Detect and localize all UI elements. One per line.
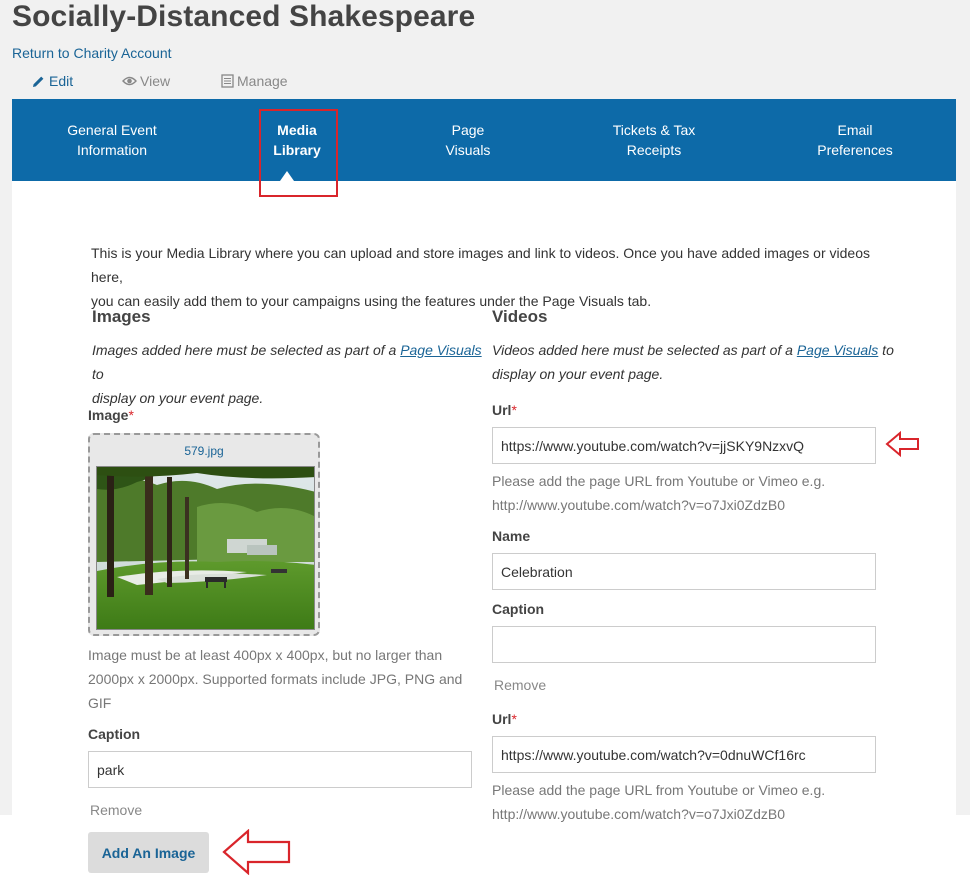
edit-tab-label: Edit xyxy=(49,73,74,89)
videos-note: Videos added here must be selected as pa… xyxy=(492,338,912,386)
note-text: display on your event page. xyxy=(92,390,264,406)
video-caption-label: Caption xyxy=(492,601,545,617)
url-label-text: Url xyxy=(492,711,512,727)
nav-label-line2: Receipts xyxy=(626,142,682,158)
video-name-label: Name xyxy=(492,528,531,544)
section-nav: General Event Information Media Library … xyxy=(12,99,956,181)
mode-tabs: Edit View Manage xyxy=(0,73,400,93)
annotation-arrow-left-icon xyxy=(222,829,291,875)
manage-tab-label: Manage xyxy=(237,73,288,89)
add-image-button[interactable]: Add An Image xyxy=(88,832,209,873)
nav-email-preferences[interactable]: Email Preferences xyxy=(805,120,905,160)
images-heading: Images xyxy=(92,307,151,326)
nav-label-line2: Information xyxy=(76,142,148,158)
video-url-help: Please add the page URL from Youtube or … xyxy=(492,778,912,826)
annotation-highlight-box xyxy=(259,109,338,197)
intro-line2: you can easily add them to your campaign… xyxy=(91,293,652,309)
images-note: Images added here must be selected as pa… xyxy=(92,338,482,410)
image-file-name[interactable]: 579.jpg xyxy=(90,444,318,458)
image-label-text: Image xyxy=(88,407,129,423)
page-visuals-link[interactable]: Page Visuals xyxy=(797,342,878,358)
note-text: to xyxy=(878,342,894,358)
edit-tab[interactable]: Edit xyxy=(31,73,73,89)
help-line: GIF xyxy=(88,695,112,711)
required-mark: * xyxy=(511,711,517,727)
image-label: Image* xyxy=(88,407,134,423)
document-icon xyxy=(221,74,234,88)
nav-tickets-tax-receipts[interactable]: Tickets & Tax Receipts xyxy=(604,120,704,160)
eye-icon xyxy=(122,76,137,86)
video-caption-input[interactable] xyxy=(492,626,876,663)
url-label-text: Url xyxy=(492,402,512,418)
page-visuals-link[interactable]: Page Visuals xyxy=(400,342,481,358)
video-url-help: Please add the page URL from Youtube or … xyxy=(492,469,912,517)
nav-page-visuals[interactable]: Page Visuals xyxy=(433,120,503,160)
help-line: http://www.youtube.com/watch?v=o7Jxi0Zdz… xyxy=(492,497,785,513)
videos-heading: Videos xyxy=(492,307,548,326)
nav-general-event-information[interactable]: General Event Information xyxy=(64,120,160,160)
nav-label-line2: Preferences xyxy=(817,142,893,158)
video-url-label: Url* xyxy=(492,402,517,418)
view-tab[interactable]: View xyxy=(122,73,170,89)
nav-label-line1: General Event xyxy=(67,122,157,138)
park-photo xyxy=(96,466,315,630)
image-dropzone[interactable]: 579.jpg xyxy=(88,433,320,636)
intro-text: This is your Media Library where you can… xyxy=(91,241,891,313)
video-url-input[interactable] xyxy=(492,427,876,464)
video-url-input[interactable] xyxy=(492,736,876,773)
nav-label-line1: Page xyxy=(451,122,485,138)
intro-line1: This is your Media Library where you can… xyxy=(91,245,870,285)
nav-label-line1: Tickets & Tax xyxy=(612,122,696,138)
image-caption-input[interactable] xyxy=(88,751,472,788)
return-to-charity-link[interactable]: Return to Charity Account xyxy=(12,45,172,61)
image-help-text: Image must be at least 400px x 400px, bu… xyxy=(88,643,468,715)
page-title: Socially-Distanced Shakespeare xyxy=(12,0,476,33)
video-name-input[interactable] xyxy=(492,553,876,590)
pencil-icon xyxy=(33,76,44,87)
note-text: display on your event page. xyxy=(492,366,664,382)
remove-video-link[interactable]: Remove xyxy=(494,677,546,693)
view-tab-label: View xyxy=(140,73,171,89)
help-line: Image must be at least 400px x 400px, bu… xyxy=(88,647,443,663)
note-text: Images added here must be selected as pa… xyxy=(92,342,401,358)
video-url-label: Url* xyxy=(492,711,517,727)
help-line: http://www.youtube.com/watch?v=o7Jxi0Zdz… xyxy=(492,806,785,822)
remove-image-link[interactable]: Remove xyxy=(90,802,142,818)
annotation-arrow-left-icon xyxy=(885,430,919,458)
note-text: Videos added here must be selected as pa… xyxy=(492,342,797,358)
help-line: Please add the page URL from Youtube or … xyxy=(492,473,826,489)
help-line: 2000px x 2000px. Supported formats inclu… xyxy=(88,671,463,687)
note-text: to xyxy=(92,366,104,382)
nav-label-line1: Email xyxy=(837,122,873,138)
help-line: Please add the page URL from Youtube or … xyxy=(492,782,826,798)
image-caption-label: Caption xyxy=(88,726,141,742)
required-mark: * xyxy=(128,407,134,423)
required-mark: * xyxy=(511,402,517,418)
nav-label-line2: Visuals xyxy=(445,142,491,158)
manage-tab[interactable]: Manage xyxy=(221,73,288,89)
